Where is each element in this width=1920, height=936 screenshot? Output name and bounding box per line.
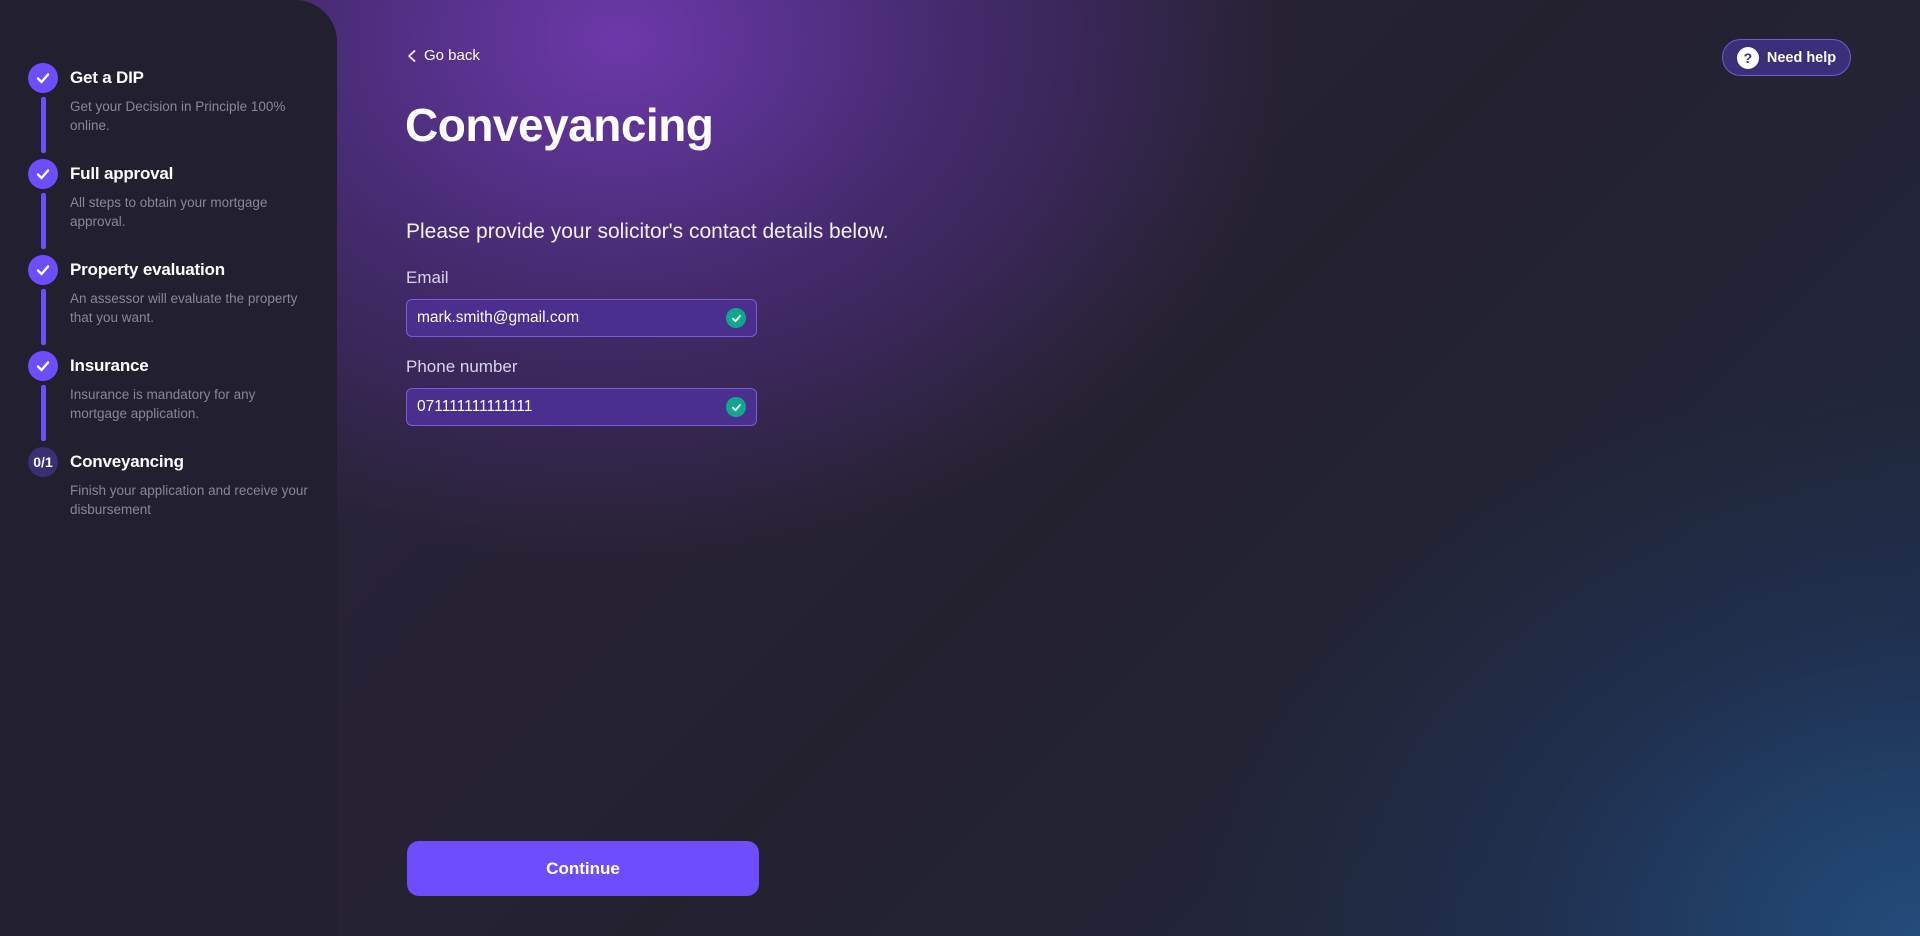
help-chat-icon: ? [1736, 46, 1759, 69]
phone-label: Phone number [406, 357, 518, 376]
step-connector [41, 97, 46, 153]
step-connector [41, 385, 46, 441]
need-help-button[interactable]: ? Need help [1722, 39, 1851, 76]
step-description: An assessor will evaluate the property t… [70, 291, 298, 325]
chevron-left-icon [408, 49, 416, 62]
need-help-label: Need help [1766, 49, 1837, 66]
go-back-label: Go back [424, 47, 480, 64]
step-insurance: Insurance Insurance is mandatory for any… [0, 351, 337, 447]
step-get-a-dip: Get a DIP Get your Decision in Principle… [0, 63, 337, 159]
step-title: Full approval [70, 164, 174, 183]
phone-field-wrapper [406, 388, 757, 426]
progress-sidebar: Get a DIP Get your Decision in Principle… [0, 0, 337, 936]
valid-check-icon [726, 308, 746, 328]
step-title: Get a DIP [70, 68, 144, 87]
email-field-wrapper [406, 299, 757, 337]
instruction-text: Please provide your solicitor's contact … [406, 220, 889, 243]
continue-button[interactable]: Continue [407, 841, 759, 896]
step-description: Finish your application and receive your… [70, 483, 308, 517]
step-full-approval: Full approval All steps to obtain your m… [0, 159, 337, 255]
page-title: Conveyancing [405, 99, 714, 151]
step-description: All steps to obtain your mortgage approv… [70, 195, 268, 229]
step-title: Insurance [70, 356, 149, 375]
check-icon [28, 63, 58, 93]
check-icon [28, 255, 58, 285]
email-label: Email [406, 268, 449, 287]
step-property-evaluation: Property evaluation An assessor will eva… [0, 255, 337, 351]
phone-number-field[interactable] [417, 398, 707, 416]
valid-check-icon [726, 397, 746, 417]
go-back-link[interactable]: Go back [406, 47, 480, 64]
step-description: Insurance is mandatory for any mortgage … [70, 387, 256, 421]
check-icon [28, 159, 58, 189]
step-progress-badge: 0/1 [28, 447, 58, 477]
step-title: Property evaluation [70, 260, 225, 279]
step-connector [41, 193, 46, 249]
email-field[interactable] [417, 309, 707, 327]
step-conveyancing: 0/1 Conveyancing Finish your application… [0, 447, 337, 543]
step-description: Get your Decision in Principle 100% onli… [70, 99, 286, 133]
step-title: Conveyancing [70, 452, 184, 471]
step-connector [41, 289, 46, 345]
check-icon [28, 351, 58, 381]
